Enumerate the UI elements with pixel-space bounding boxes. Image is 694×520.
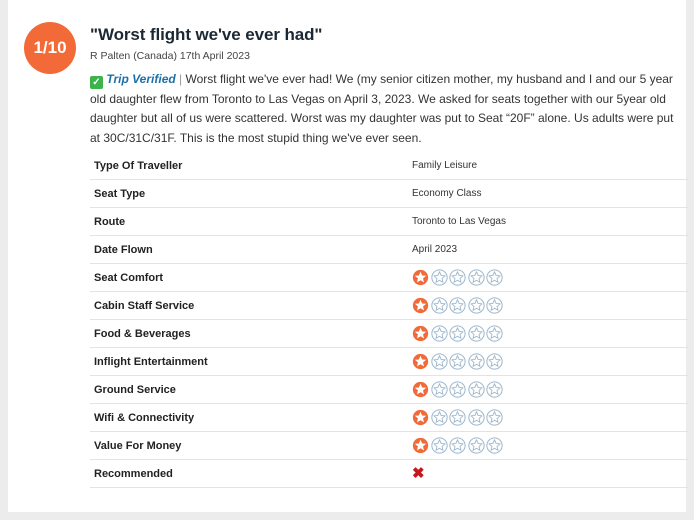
- star-empty-icon: [486, 409, 503, 426]
- star-empty-icon: [467, 353, 485, 370]
- detail-row: Date Flown April 2023: [90, 235, 688, 264]
- star-empty-icon: [467, 297, 485, 314]
- star-empty-icon: [486, 353, 503, 370]
- rating-row: Cabin Staff Service: [90, 291, 688, 320]
- star-empty-icon: [486, 437, 503, 454]
- rating-row: Seat Comfort: [90, 263, 688, 292]
- rating-row: Inflight Entertainment: [90, 347, 688, 376]
- star-empty-icon: [467, 269, 485, 286]
- star-filled-icon: [412, 437, 429, 454]
- star-rating: [412, 291, 688, 320]
- review-byline: R Palten (Canada) 17th April 2023: [90, 50, 250, 62]
- star-empty-icon: [467, 381, 485, 398]
- star-rating: [412, 347, 688, 376]
- check-icon: ✓: [90, 76, 103, 89]
- review-header: "Worst flight we've ever had" R Palten (…: [90, 24, 680, 148]
- star-empty-icon: [430, 381, 448, 398]
- star-empty-icon: [430, 297, 448, 314]
- star-empty-icon: [430, 269, 448, 286]
- star-filled-icon: [412, 381, 429, 398]
- overall-rating-badge: 1/10: [24, 22, 76, 74]
- star-empty-icon: [430, 437, 448, 454]
- star-empty-icon: [449, 325, 466, 342]
- row-label: Food & Beverages: [90, 319, 412, 348]
- star-empty-icon: [486, 325, 503, 342]
- row-value: Toronto to Las Vegas: [412, 207, 688, 236]
- star-empty-icon: [449, 353, 466, 370]
- row-value: Economy Class: [412, 179, 688, 208]
- star-filled-icon: [412, 353, 429, 370]
- rating-row: Ground Service: [90, 375, 688, 404]
- star-empty-icon: [430, 353, 448, 370]
- star-empty-icon: [430, 325, 448, 342]
- star-rating: [412, 431, 688, 460]
- row-label: Type Of Traveller: [90, 152, 412, 180]
- star-empty-icon: [486, 269, 503, 286]
- star-rating: [412, 403, 688, 432]
- rating-row: Food & Beverages: [90, 319, 688, 348]
- detail-row: Type Of Traveller Family Leisure: [90, 152, 688, 180]
- row-label: Date Flown: [90, 235, 412, 264]
- separator: |: [179, 72, 183, 86]
- recommended-row: Recommended ✖: [90, 459, 688, 488]
- row-label: Value For Money: [90, 431, 412, 460]
- star-rating: [412, 263, 688, 292]
- row-value: April 2023: [412, 235, 688, 264]
- detail-row: Route Toronto to Las Vegas: [90, 207, 688, 236]
- star-empty-icon: [486, 297, 503, 314]
- recommended-value: ✖: [412, 459, 688, 488]
- review-card: 1/10 "Worst flight we've ever had" R Pal…: [8, 0, 688, 512]
- review-body: ✓ Trip Verified | Worst flight we've eve…: [90, 70, 680, 148]
- star-rating: [412, 319, 688, 348]
- row-label: Route: [90, 207, 412, 236]
- rating-row: Value For Money: [90, 431, 688, 460]
- star-filled-icon: [412, 269, 429, 286]
- star-empty-icon: [486, 381, 503, 398]
- star-empty-icon: [449, 297, 466, 314]
- row-label: Recommended: [90, 459, 412, 488]
- rating-row: Wifi & Connectivity: [90, 403, 688, 432]
- detail-row: Seat Type Economy Class: [90, 179, 688, 208]
- star-empty-icon: [430, 409, 448, 426]
- row-value: Family Leisure: [412, 152, 688, 180]
- star-empty-icon: [449, 409, 466, 426]
- star-filled-icon: [412, 325, 429, 342]
- star-empty-icon: [449, 381, 466, 398]
- trip-verified-label: Trip Verified: [106, 72, 176, 86]
- review-text: Worst flight we've ever had! We (my seni…: [90, 72, 674, 145]
- row-label: Cabin Staff Service: [90, 291, 412, 320]
- cross-icon: ✖: [412, 465, 425, 482]
- star-empty-icon: [467, 409, 485, 426]
- row-label: Seat Comfort: [90, 263, 412, 292]
- star-empty-icon: [449, 437, 466, 454]
- row-label: Wifi & Connectivity: [90, 403, 412, 432]
- star-rating: [412, 375, 688, 404]
- star-empty-icon: [467, 437, 485, 454]
- row-label: Ground Service: [90, 375, 412, 404]
- star-empty-icon: [467, 325, 485, 342]
- star-empty-icon: [449, 269, 466, 286]
- star-filled-icon: [412, 297, 429, 314]
- row-label: Inflight Entertainment: [90, 347, 412, 376]
- review-ratings-table: Type Of Traveller Family Leisure Seat Type…: [90, 152, 688, 488]
- row-label: Seat Type: [90, 179, 412, 208]
- star-filled-icon: [412, 409, 429, 426]
- review-title: "Worst flight we've ever had": [90, 25, 323, 44]
